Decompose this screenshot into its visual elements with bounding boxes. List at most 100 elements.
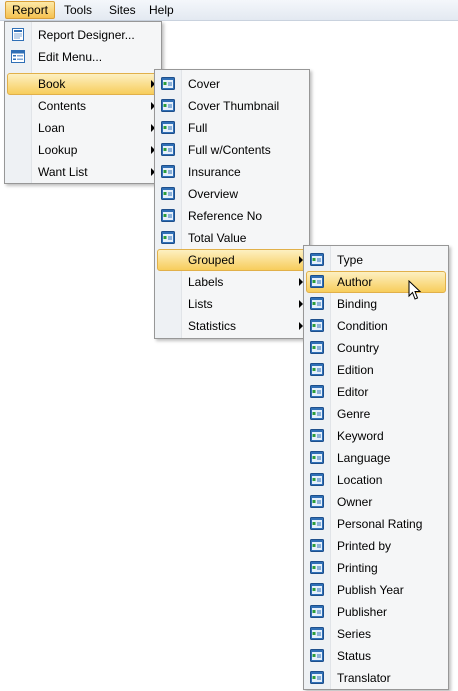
report-icon	[310, 561, 324, 574]
menu-item-label: Personal Rating	[337, 517, 423, 531]
menu-item-cover[interactable]: Cover	[157, 73, 307, 95]
report-icon	[161, 99, 175, 112]
menu-item-label: Cover	[188, 77, 221, 91]
report-icon	[310, 605, 324, 618]
book-submenu: Cover Cover Thumbnail Full Full w/Contents I…	[154, 69, 310, 339]
menubar-report[interactable]: Report	[5, 1, 56, 19]
menu-item-edit-menu[interactable]: Edit Menu...	[7, 46, 159, 68]
report-icon	[310, 297, 324, 310]
menu-item-lookup[interactable]: Lookup	[7, 139, 159, 161]
report-icon	[161, 121, 175, 134]
report-icon	[310, 495, 324, 508]
report-icon	[161, 165, 175, 178]
menu-item-label: Insurance	[188, 165, 241, 179]
menu-item-translator[interactable]: Translator	[306, 667, 446, 689]
menu-item-binding[interactable]: Binding	[306, 293, 446, 315]
report-icon	[310, 649, 324, 662]
menu-item-editor[interactable]: Editor	[306, 381, 446, 403]
menu-item-contents[interactable]: Contents	[7, 95, 159, 117]
report-icon	[310, 385, 324, 398]
menu-item-loan[interactable]: Loan	[7, 117, 159, 139]
menu-item-insurance[interactable]: Insurance	[157, 161, 307, 183]
menu-item-label: Contents	[38, 99, 87, 113]
menu-item-label: Country	[337, 341, 380, 355]
report-icon	[310, 451, 324, 464]
menu-item-condition[interactable]: Condition	[306, 315, 446, 337]
menu-item-label: Printed by	[337, 539, 392, 553]
report-icon	[310, 517, 324, 530]
menu-item-grouped[interactable]: Grouped	[157, 249, 307, 271]
menu-item-language[interactable]: Language	[306, 447, 446, 469]
report-icon	[310, 363, 324, 376]
menu-item-label: Grouped	[188, 253, 235, 267]
menu-item-label: Full	[188, 121, 208, 135]
menu-item-edition[interactable]: Edition	[306, 359, 446, 381]
menu-item-location[interactable]: Location	[306, 469, 446, 491]
menubar-help[interactable]: Help	[143, 1, 180, 19]
menu-item-label: Book	[38, 77, 66, 91]
menu-item-report-designer[interactable]: Report Designer...	[7, 24, 159, 46]
edit-menu-icon	[11, 50, 25, 63]
menu-item-label: Publisher	[337, 605, 388, 619]
menu-item-full[interactable]: Full	[157, 117, 307, 139]
menu-item-full-w-contents[interactable]: Full w/Contents	[157, 139, 307, 161]
menubar-tools[interactable]: Tools	[58, 1, 98, 19]
report-icon	[310, 583, 324, 596]
menu-item-label: Binding	[337, 297, 378, 311]
menu-item-want-list[interactable]: Want List	[7, 161, 159, 183]
menu-item-book[interactable]: Book	[7, 73, 159, 95]
menu-item-labels[interactable]: Labels	[157, 271, 307, 293]
menu-item-statistics[interactable]: Statistics	[157, 315, 307, 337]
report-icon	[310, 341, 324, 354]
report-icon	[310, 407, 324, 420]
menu-bar: Report Tools Sites Help	[0, 0, 458, 21]
report-designer-icon	[12, 28, 24, 41]
menu-item-country[interactable]: Country	[306, 337, 446, 359]
menu-item-label: Translator	[337, 671, 391, 685]
menu-item-label: Location	[337, 473, 383, 487]
menu-item-cover-thumbnail[interactable]: Cover Thumbnail	[157, 95, 307, 117]
report-icon	[161, 143, 175, 156]
grouped-submenu: Type Author Binding Condition Country Edition…	[303, 245, 449, 690]
menu-item-series[interactable]: Series	[306, 623, 446, 645]
menu-item-label: Type	[337, 253, 364, 267]
menu-item-label: Full w/Contents	[188, 143, 271, 157]
menu-item-label: Cover Thumbnail	[188, 99, 280, 113]
menu-item-author[interactable]: Author	[306, 271, 446, 293]
menu-item-label: Series	[337, 627, 372, 641]
menu-item-reference-no[interactable]: Reference No	[157, 205, 307, 227]
mouse-cursor-icon	[408, 280, 422, 300]
menu-item-status[interactable]: Status	[306, 645, 446, 667]
report-icon	[161, 231, 175, 244]
menu-item-label: Condition	[337, 319, 388, 333]
menu-item-owner[interactable]: Owner	[306, 491, 446, 513]
menu-item-keyword[interactable]: Keyword	[306, 425, 446, 447]
menu-item-label: Language	[337, 451, 391, 465]
menu-item-label: Edition	[337, 363, 374, 377]
report-icon	[310, 275, 324, 288]
menu-item-label: Printing	[337, 561, 378, 575]
report-icon	[310, 253, 324, 266]
menu-item-genre[interactable]: Genre	[306, 403, 446, 425]
menu-item-publisher[interactable]: Publisher	[306, 601, 446, 623]
menu-item-publish-year[interactable]: Publish Year	[306, 579, 446, 601]
menubar-sites[interactable]: Sites	[103, 1, 142, 19]
menu-item-label: Lookup	[38, 143, 78, 157]
menu-item-printing[interactable]: Printing	[306, 557, 446, 579]
menu-item-total-value[interactable]: Total Value	[157, 227, 307, 249]
menu-item-label: Total Value	[188, 231, 247, 245]
menu-item-label: Labels	[188, 275, 224, 289]
menu-item-label: Keyword	[337, 429, 384, 443]
menu-item-label: Publish Year	[337, 583, 404, 597]
menu-item-label: Status	[337, 649, 372, 663]
menu-item-type[interactable]: Type	[306, 249, 446, 271]
report-icon	[310, 671, 324, 684]
menu-item-printed-by[interactable]: Printed by	[306, 535, 446, 557]
menu-item-overview[interactable]: Overview	[157, 183, 307, 205]
menu-item-label: Want List	[38, 165, 88, 179]
menu-item-label: Edit Menu...	[38, 50, 103, 64]
menu-item-lists[interactable]: Lists	[157, 293, 307, 315]
menu-item-personal-rating[interactable]: Personal Rating	[306, 513, 446, 535]
report-icon	[310, 539, 324, 552]
menu-item-label: Overview	[188, 187, 239, 201]
